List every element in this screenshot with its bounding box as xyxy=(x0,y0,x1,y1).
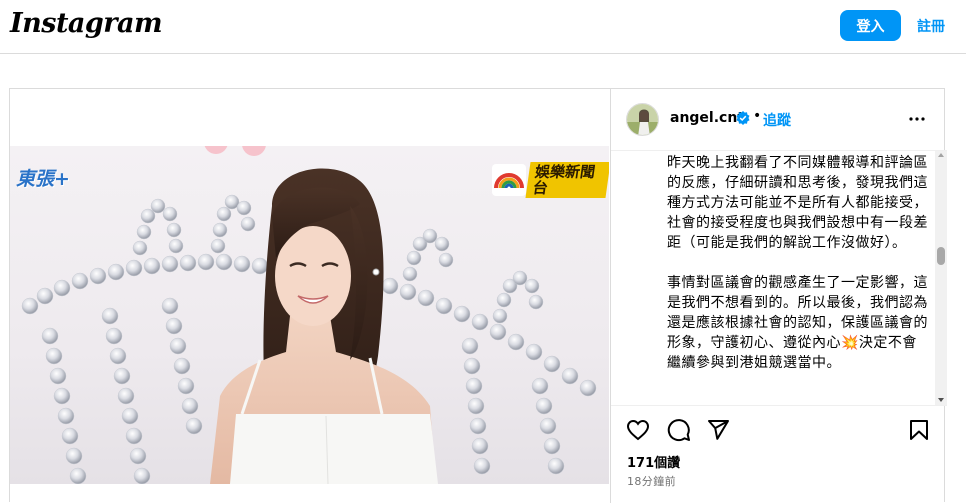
author-username[interactable]: angel.cnt xyxy=(670,110,744,126)
likes-count[interactable]: 171個讚 xyxy=(627,452,680,471)
channel-watermark: 東張+ xyxy=(16,168,70,190)
bookmark-icon[interactable] xyxy=(907,418,931,442)
post-card: 東張+ 娛樂新聞台 angel.cnt • 追蹤 昨天晚上我翻看了不同媒體報導和… xyxy=(9,88,947,503)
tvb-logo-icon xyxy=(492,164,526,196)
post-caption: 昨天晚上我翻看了不同媒體報導和評論區的反應，仔細研讀和思考後，發現我們這種方式方… xyxy=(667,155,928,371)
instagram-logo[interactable]: Instagram xyxy=(10,8,163,39)
post-header: angel.cnt • 追蹤 xyxy=(611,89,947,151)
separator-dot: • xyxy=(753,108,762,124)
more-options-icon[interactable] xyxy=(908,110,926,128)
scrollbar[interactable] xyxy=(935,151,947,405)
channel-name-badge: 娛樂新聞台 xyxy=(525,162,609,198)
post-timestamp[interactable]: 18分鐘前 xyxy=(627,473,676,489)
login-button[interactable]: 登入 xyxy=(840,10,901,41)
post-video[interactable]: 東張+ 娛樂新聞台 xyxy=(10,146,609,484)
follow-button[interactable]: 追蹤 xyxy=(763,110,791,130)
post-sidebar: angel.cnt • 追蹤 昨天晚上我翻看了不同媒體報導和評論區的反應，仔細研… xyxy=(610,89,947,503)
post-media: 東張+ 娛樂新聞台 xyxy=(10,89,609,503)
scrollbar-thumb[interactable] xyxy=(937,247,945,265)
share-icon[interactable] xyxy=(706,418,730,442)
verified-icon xyxy=(736,111,750,125)
top-bar: Instagram 登入 註冊 xyxy=(0,0,966,54)
scroll-up-arrow-icon[interactable] xyxy=(938,153,944,157)
caption-scroll-area[interactable]: 昨天晚上我翻看了不同媒體報導和評論區的反應，仔細研讀和思考後，發現我們這種方式方… xyxy=(611,151,947,406)
avatar[interactable] xyxy=(626,103,659,136)
avatar-image xyxy=(627,104,658,135)
scroll-down-arrow-icon[interactable] xyxy=(938,398,944,402)
post-actions xyxy=(611,406,947,446)
news-channel-badge: 娛樂新聞台 xyxy=(492,162,609,198)
comment-icon[interactable] xyxy=(667,418,691,442)
signup-link[interactable]: 註冊 xyxy=(917,16,945,36)
heart-icon[interactable] xyxy=(626,418,650,442)
